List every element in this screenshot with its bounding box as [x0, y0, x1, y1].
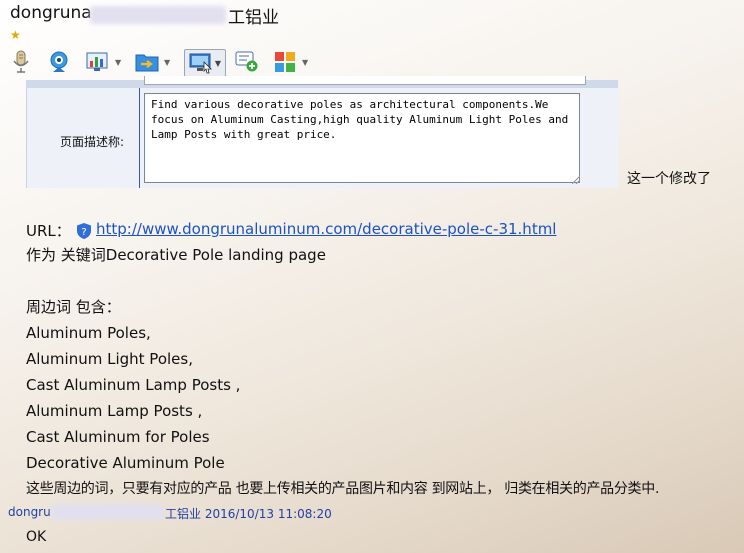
svg-text:?: ?: [81, 227, 86, 238]
message-add-icon: [235, 51, 258, 72]
reply-timestamp: 2016/10/13 11:08:20: [204, 507, 332, 521]
redacted-sender: [52, 504, 164, 520]
instruction-line: 这些周边的词，只要有对应的产品 也要上传相关的产品图片和内容 到网站上， 归类在…: [26, 481, 660, 497]
reply-sender-suffix: 工铝业: [165, 507, 202, 521]
webcam-icon: [50, 51, 68, 72]
related-term: Decorative Aluminum Pole: [26, 454, 225, 472]
reply-sender: dongru: [8, 505, 51, 519]
title-bar: dongruna 工铝业: [0, 0, 744, 28]
resize-grip-icon[interactable]: [572, 176, 580, 184]
modified-note: 这一个修改了: [627, 171, 711, 187]
form-top-field: [144, 76, 586, 85]
redacted-name: [90, 6, 226, 24]
chevron-down-icon: ▼: [214, 58, 222, 68]
related-heading: 周边词 包含：: [26, 298, 121, 316]
add-message-button[interactable]: [234, 49, 260, 75]
apps-button[interactable]: [272, 49, 298, 75]
folder-arrow-icon: [135, 54, 159, 72]
keyword-line: 作为 关键词Decorative Pole landing page: [26, 246, 326, 264]
chevron-down-icon[interactable]: ▼: [164, 58, 170, 67]
url-link[interactable]: http://www.dongrunaluminum.com/decorativ…: [96, 220, 556, 238]
reply-text: OK: [26, 529, 47, 545]
form-divider: [139, 88, 140, 188]
microphone-icon: [13, 50, 29, 73]
file-send-button[interactable]: [134, 49, 160, 75]
star-icon[interactable]: ★: [10, 28, 21, 42]
related-term: Cast Aluminum Lamp Posts ,: [26, 376, 241, 394]
page-description-label: 页面描述称:: [60, 135, 125, 149]
security-shield-icon: ?: [77, 223, 91, 239]
url-label: URL：: [26, 222, 71, 240]
microphone-button[interactable]: [8, 49, 34, 75]
page-description-textarea[interactable]: Find various decorative poles as archite…: [144, 93, 580, 183]
apps-grid-icon: [275, 52, 295, 72]
chart-icon: [86, 52, 108, 71]
webcam-button[interactable]: [46, 49, 72, 75]
screen-icon: [189, 53, 212, 74]
related-term: Cast Aluminum for Poles: [26, 428, 210, 446]
related-term: Aluminum Light Poles,: [26, 350, 193, 368]
contact-name: dongruna: [10, 3, 92, 23]
related-term: Aluminum Poles,: [26, 324, 151, 342]
chevron-down-icon[interactable]: ▼: [115, 58, 121, 67]
chevron-down-icon[interactable]: ▼: [302, 58, 308, 67]
chat-toolbar: ▼ ▼ ▼ ▼: [0, 45, 744, 79]
related-term: Aluminum Lamp Posts ,: [26, 402, 203, 420]
contact-name-suffix: 工铝业: [228, 8, 279, 28]
reply-sender-meta: 工铝业 2016/10/13 11:08:20: [165, 505, 332, 522]
chart-tool-button[interactable]: [84, 49, 110, 75]
screen-share-button[interactable]: ▼: [184, 49, 226, 77]
